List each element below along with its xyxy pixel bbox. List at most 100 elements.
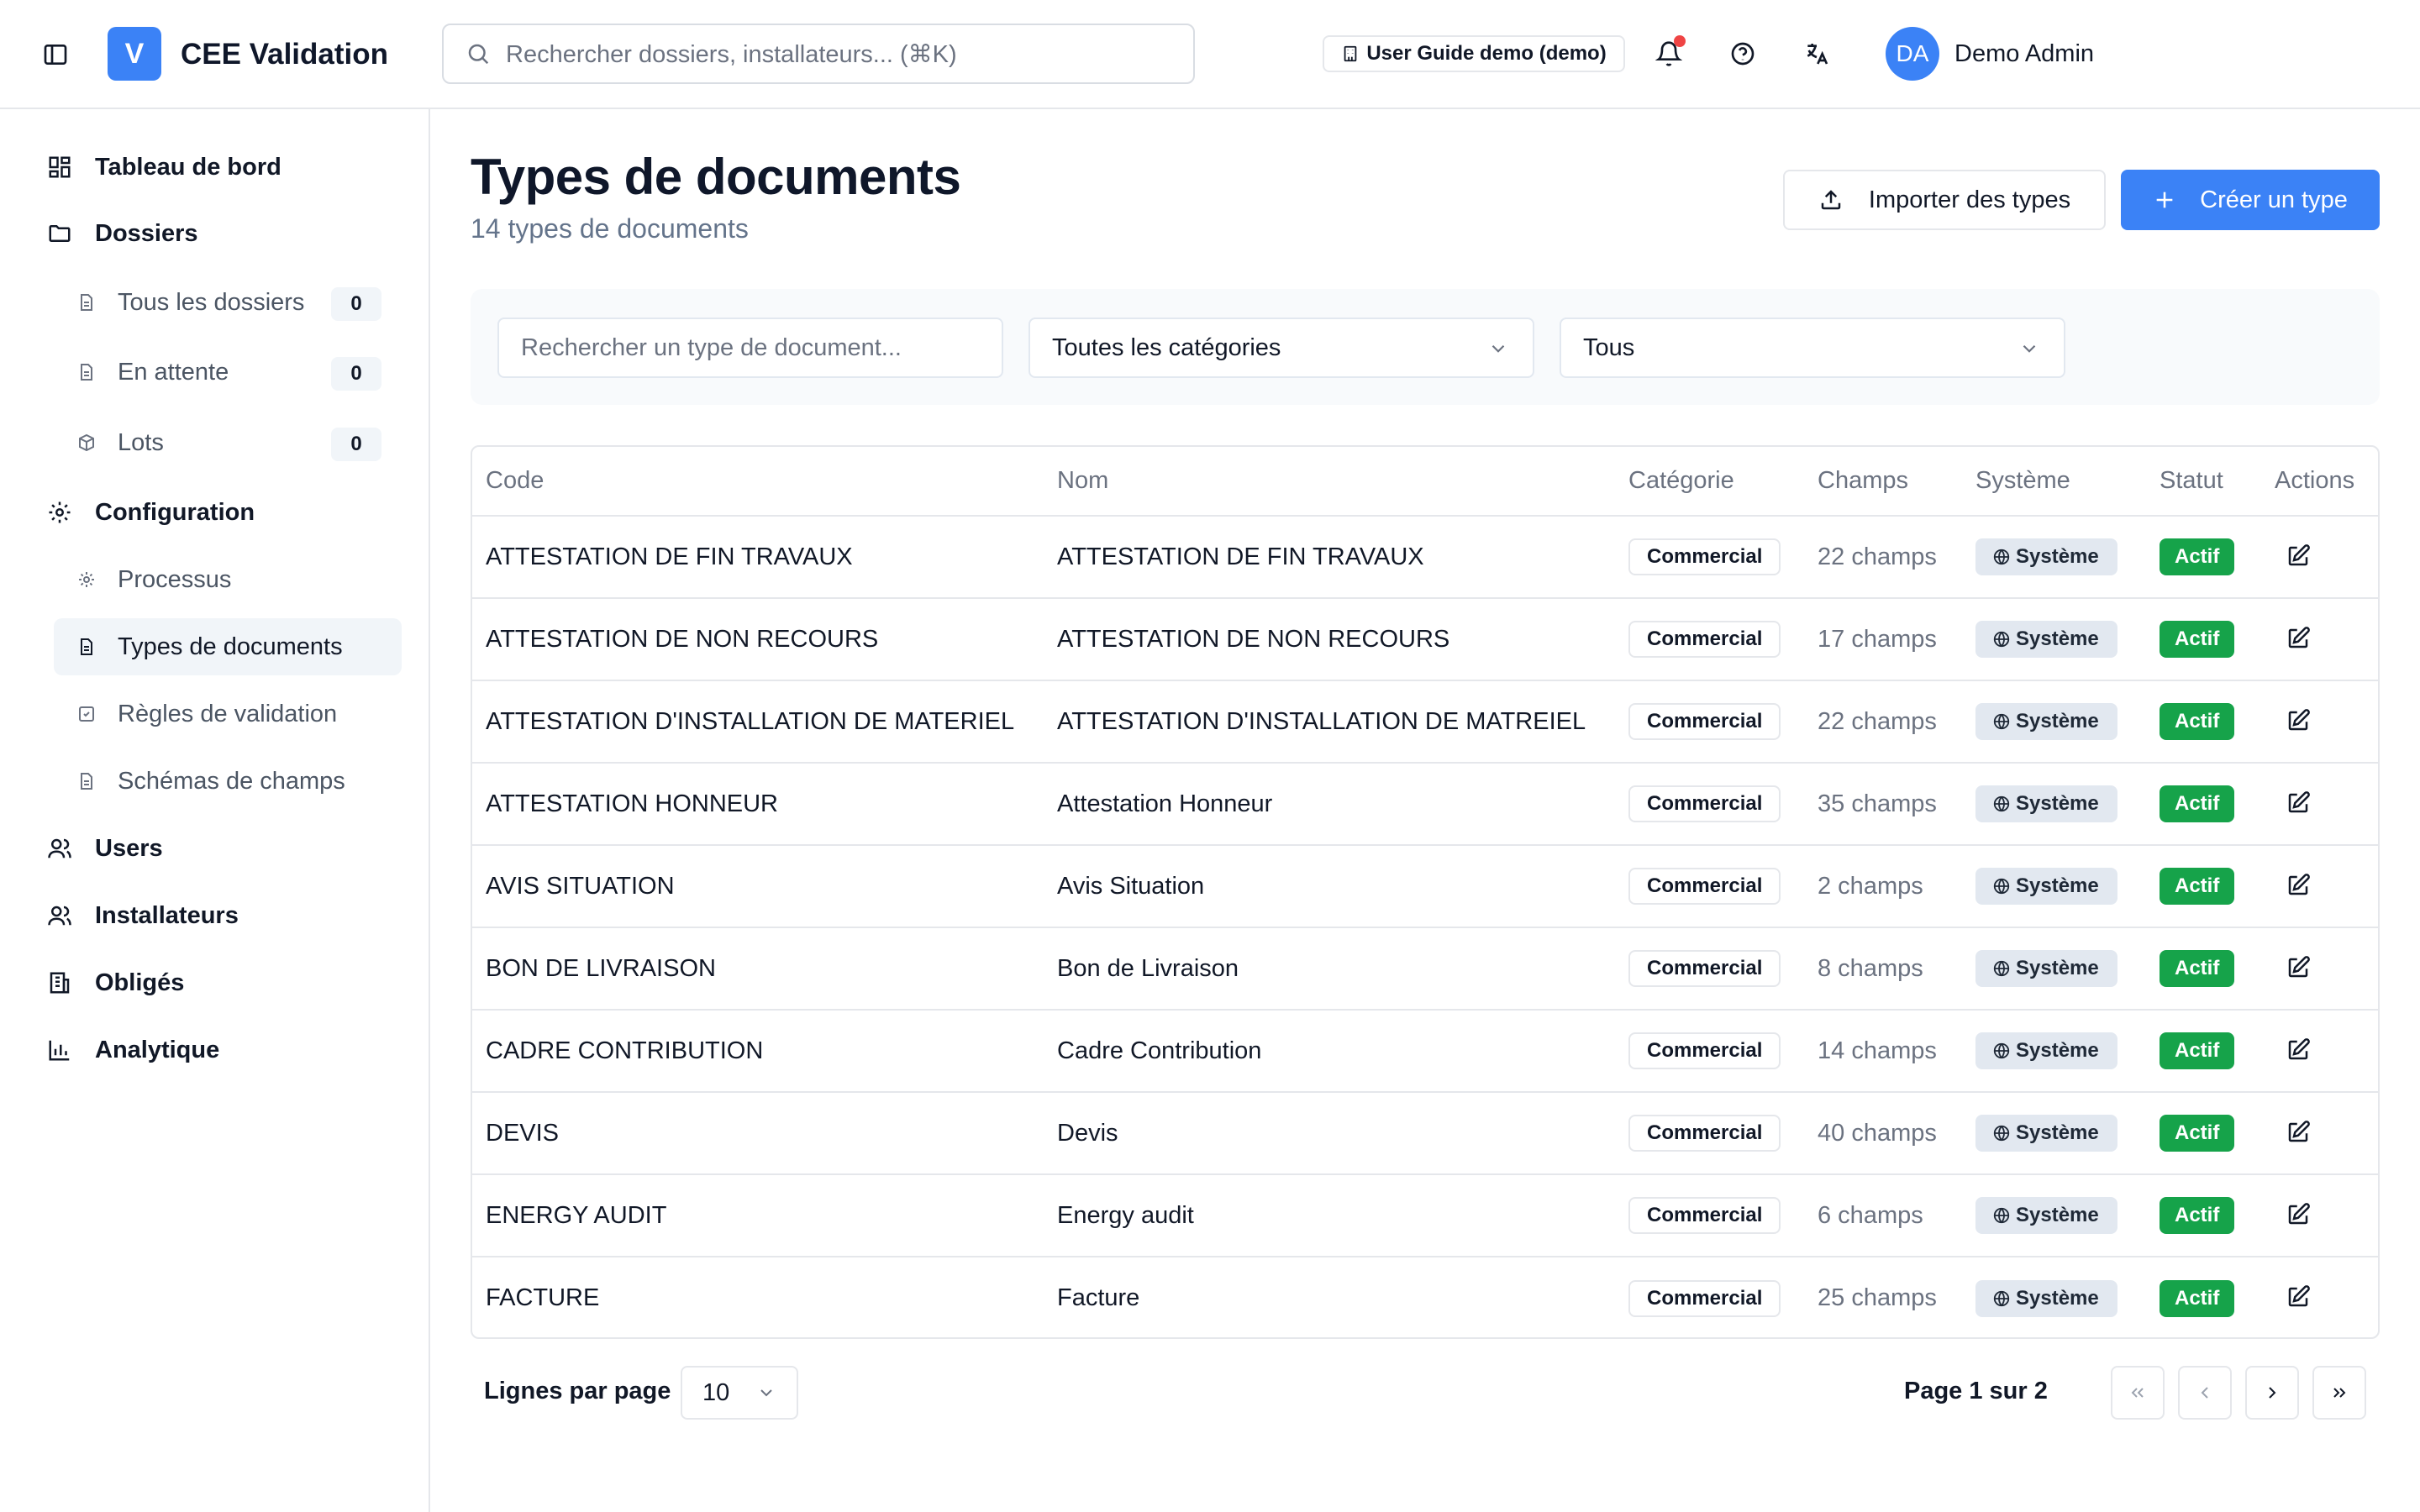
column-header-actions: Actions (2261, 447, 2378, 517)
cell-name: ATTESTATION DE NON RECOURS (1044, 598, 1615, 681)
table-row[interactable]: ATTESTATION HONNEUR Attestation Honneur Co… (472, 763, 2378, 846)
next-page-button[interactable] (2245, 1366, 2299, 1420)
cell-fields: 25 champs (1818, 1284, 1937, 1311)
table-row[interactable]: AVIS SITUATION Avis Situation Commercial 2 … (472, 845, 2378, 928)
table-row[interactable]: ENERGY AUDIT Energy audit Commercial 6 cham… (472, 1174, 2378, 1257)
sidebar-item-configuration[interactable]: Configuration (45, 484, 255, 541)
sidebar-item-analytics[interactable]: Analytique (45, 1021, 219, 1079)
table-row[interactable]: DEVIS Devis Commercial 40 champs Système Acti… (472, 1092, 2378, 1175)
category-badge: Commercial (1628, 950, 1781, 987)
sidebar-item-obliges[interactable]: Obligés (45, 954, 184, 1011)
cell-actions (2261, 516, 2378, 599)
global-search-input[interactable]: Rechercher dossiers, installateurs... (⌘… (442, 24, 1195, 84)
table-row[interactable]: ATTESTATION DE NON RECOURS ATTESTATION DE… (472, 598, 2378, 681)
globe-icon (1993, 713, 2010, 730)
edit-button[interactable] (2281, 869, 2315, 902)
table-row[interactable]: CADRE CONTRIBUTION Cadre Contribution Comm… (472, 1010, 2378, 1093)
column-header-category[interactable]: Catégorie (1615, 447, 1804, 517)
column-header-status[interactable]: Statut (2146, 447, 2261, 517)
building-icon (1344, 45, 1357, 62)
edit-button[interactable] (2281, 539, 2315, 573)
sidebar-item-label: Types de documents (118, 633, 343, 660)
edit-button[interactable] (2281, 1198, 2315, 1231)
sidebar-item-processus[interactable]: Processus (54, 551, 402, 608)
table-row[interactable]: FACTURE Facture Commercial 25 champs Système… (472, 1257, 2378, 1337)
category-select[interactable]: Toutes les catégories (1028, 318, 1534, 378)
previous-page-button[interactable] (2178, 1366, 2232, 1420)
system-badge-label: Système (2016, 1286, 2099, 1310)
cell-actions (2261, 1092, 2378, 1175)
app-logo[interactable]: V (108, 27, 161, 81)
globe-icon (1993, 1042, 2010, 1059)
user-guide-badge[interactable]: User Guide demo (demo) (1323, 35, 1625, 72)
cell-code: ENERGY AUDIT (472, 1174, 1044, 1257)
edit-button[interactable] (2281, 786, 2315, 820)
cell-category: Commercial (1615, 927, 1804, 1011)
sidebar-item-lots[interactable]: Lots 0 (54, 414, 402, 471)
sidebar-item-label: Tableau de bord (95, 153, 281, 181)
column-header-system[interactable]: Système (1962, 447, 2146, 517)
column-header-code[interactable]: Code (472, 447, 1044, 517)
help-button[interactable] (1721, 32, 1765, 76)
sidebar-item-dossiers[interactable]: Dossiers (45, 205, 198, 262)
edit-button[interactable] (2281, 1116, 2315, 1149)
table-row[interactable]: ATTESTATION D'INSTALLATION DE MATERIEL AT… (472, 680, 2378, 764)
sidebar-item-dashboard[interactable]: Tableau de bord (45, 139, 281, 196)
column-header-name[interactable]: Nom (1044, 447, 1615, 517)
globe-icon (1993, 1125, 2010, 1142)
edit-button[interactable] (2281, 1033, 2315, 1067)
sidebar-item-label: Règles de validation (118, 700, 338, 727)
cell-system: Système (1962, 763, 2146, 846)
sidebar-item-label: Schémas de champs (118, 767, 345, 795)
edit-icon (2288, 1120, 2310, 1142)
cell-category: Commercial (1615, 598, 1804, 681)
sidebar-item-pending[interactable]: En attente 0 (54, 344, 402, 401)
filter-panel: Rechercher un type de document... Toutes… (471, 289, 2380, 405)
language-button[interactable] (1795, 32, 1839, 76)
sidebar-item-validation-rules[interactable]: Règles de validation (54, 685, 402, 743)
table-row[interactable]: BON DE LIVRAISON Bon de Livraison Commerci… (472, 927, 2378, 1011)
last-page-button[interactable] (2312, 1366, 2366, 1420)
cell-category: Commercial (1615, 1092, 1804, 1175)
avatar[interactable]: DA (1886, 27, 1939, 81)
edit-button[interactable] (2281, 704, 2315, 738)
sidebar-item-installers[interactable]: Installateurs (45, 887, 239, 944)
cell-actions (2261, 927, 2378, 1011)
doc-type-search-input[interactable]: Rechercher un type de document... (497, 318, 1003, 378)
edit-icon (2288, 873, 2310, 895)
edit-button[interactable] (2281, 1280, 2315, 1314)
import-types-button[interactable]: Importer des types (1783, 170, 2106, 230)
column-header-fields[interactable]: Champs (1804, 447, 1962, 517)
status-select[interactable]: Tous (1560, 318, 2065, 378)
system-badge-label: Système (2016, 957, 2099, 979)
create-type-button[interactable]: Créer un type (2121, 170, 2380, 230)
status-badge: Actif (2160, 1279, 2235, 1317)
notifications-button[interactable] (1647, 32, 1691, 76)
sidebar-item-users[interactable]: Users (45, 820, 163, 877)
first-page-button[interactable] (2111, 1366, 2165, 1420)
chevron-right-icon (2269, 1387, 2276, 1399)
cell-category: Commercial (1615, 1174, 1804, 1257)
category-badge: Commercial (1628, 538, 1781, 575)
users-icon (45, 834, 74, 863)
system-badge: Système (1975, 950, 2118, 987)
edit-button[interactable] (2281, 622, 2315, 655)
sidebar-item-label: Configuration (95, 498, 255, 526)
cell-name: Devis (1044, 1092, 1615, 1175)
edit-button[interactable] (2281, 951, 2315, 984)
user-name[interactable]: Demo Admin (1954, 35, 2094, 72)
cell-name: Facture (1057, 1284, 1140, 1311)
sidebar-item-all-dossiers[interactable]: Tous les dossiers 0 (54, 274, 402, 331)
system-badge: Système (1975, 621, 2118, 658)
sidebar-item-field-schemas[interactable]: Schémas de champs (54, 753, 402, 810)
status-select-value: Tous (1583, 333, 1635, 361)
sidebar-item-doc-types[interactable]: Types de documents (54, 618, 402, 675)
cell-category: Commercial (1615, 1257, 1804, 1337)
cell-actions (2261, 598, 2378, 681)
sidebar-toggle-icon[interactable] (39, 38, 72, 71)
cell-status: Actif (2146, 1174, 2261, 1257)
system-badge-label: Système (2016, 874, 2099, 897)
cell-status: Actif (2146, 763, 2261, 846)
table-row[interactable]: ATTESTATION DE FIN TRAVAUX ATTESTATION DE… (472, 516, 2378, 599)
rows-per-page-select[interactable]: 10 (681, 1366, 798, 1420)
